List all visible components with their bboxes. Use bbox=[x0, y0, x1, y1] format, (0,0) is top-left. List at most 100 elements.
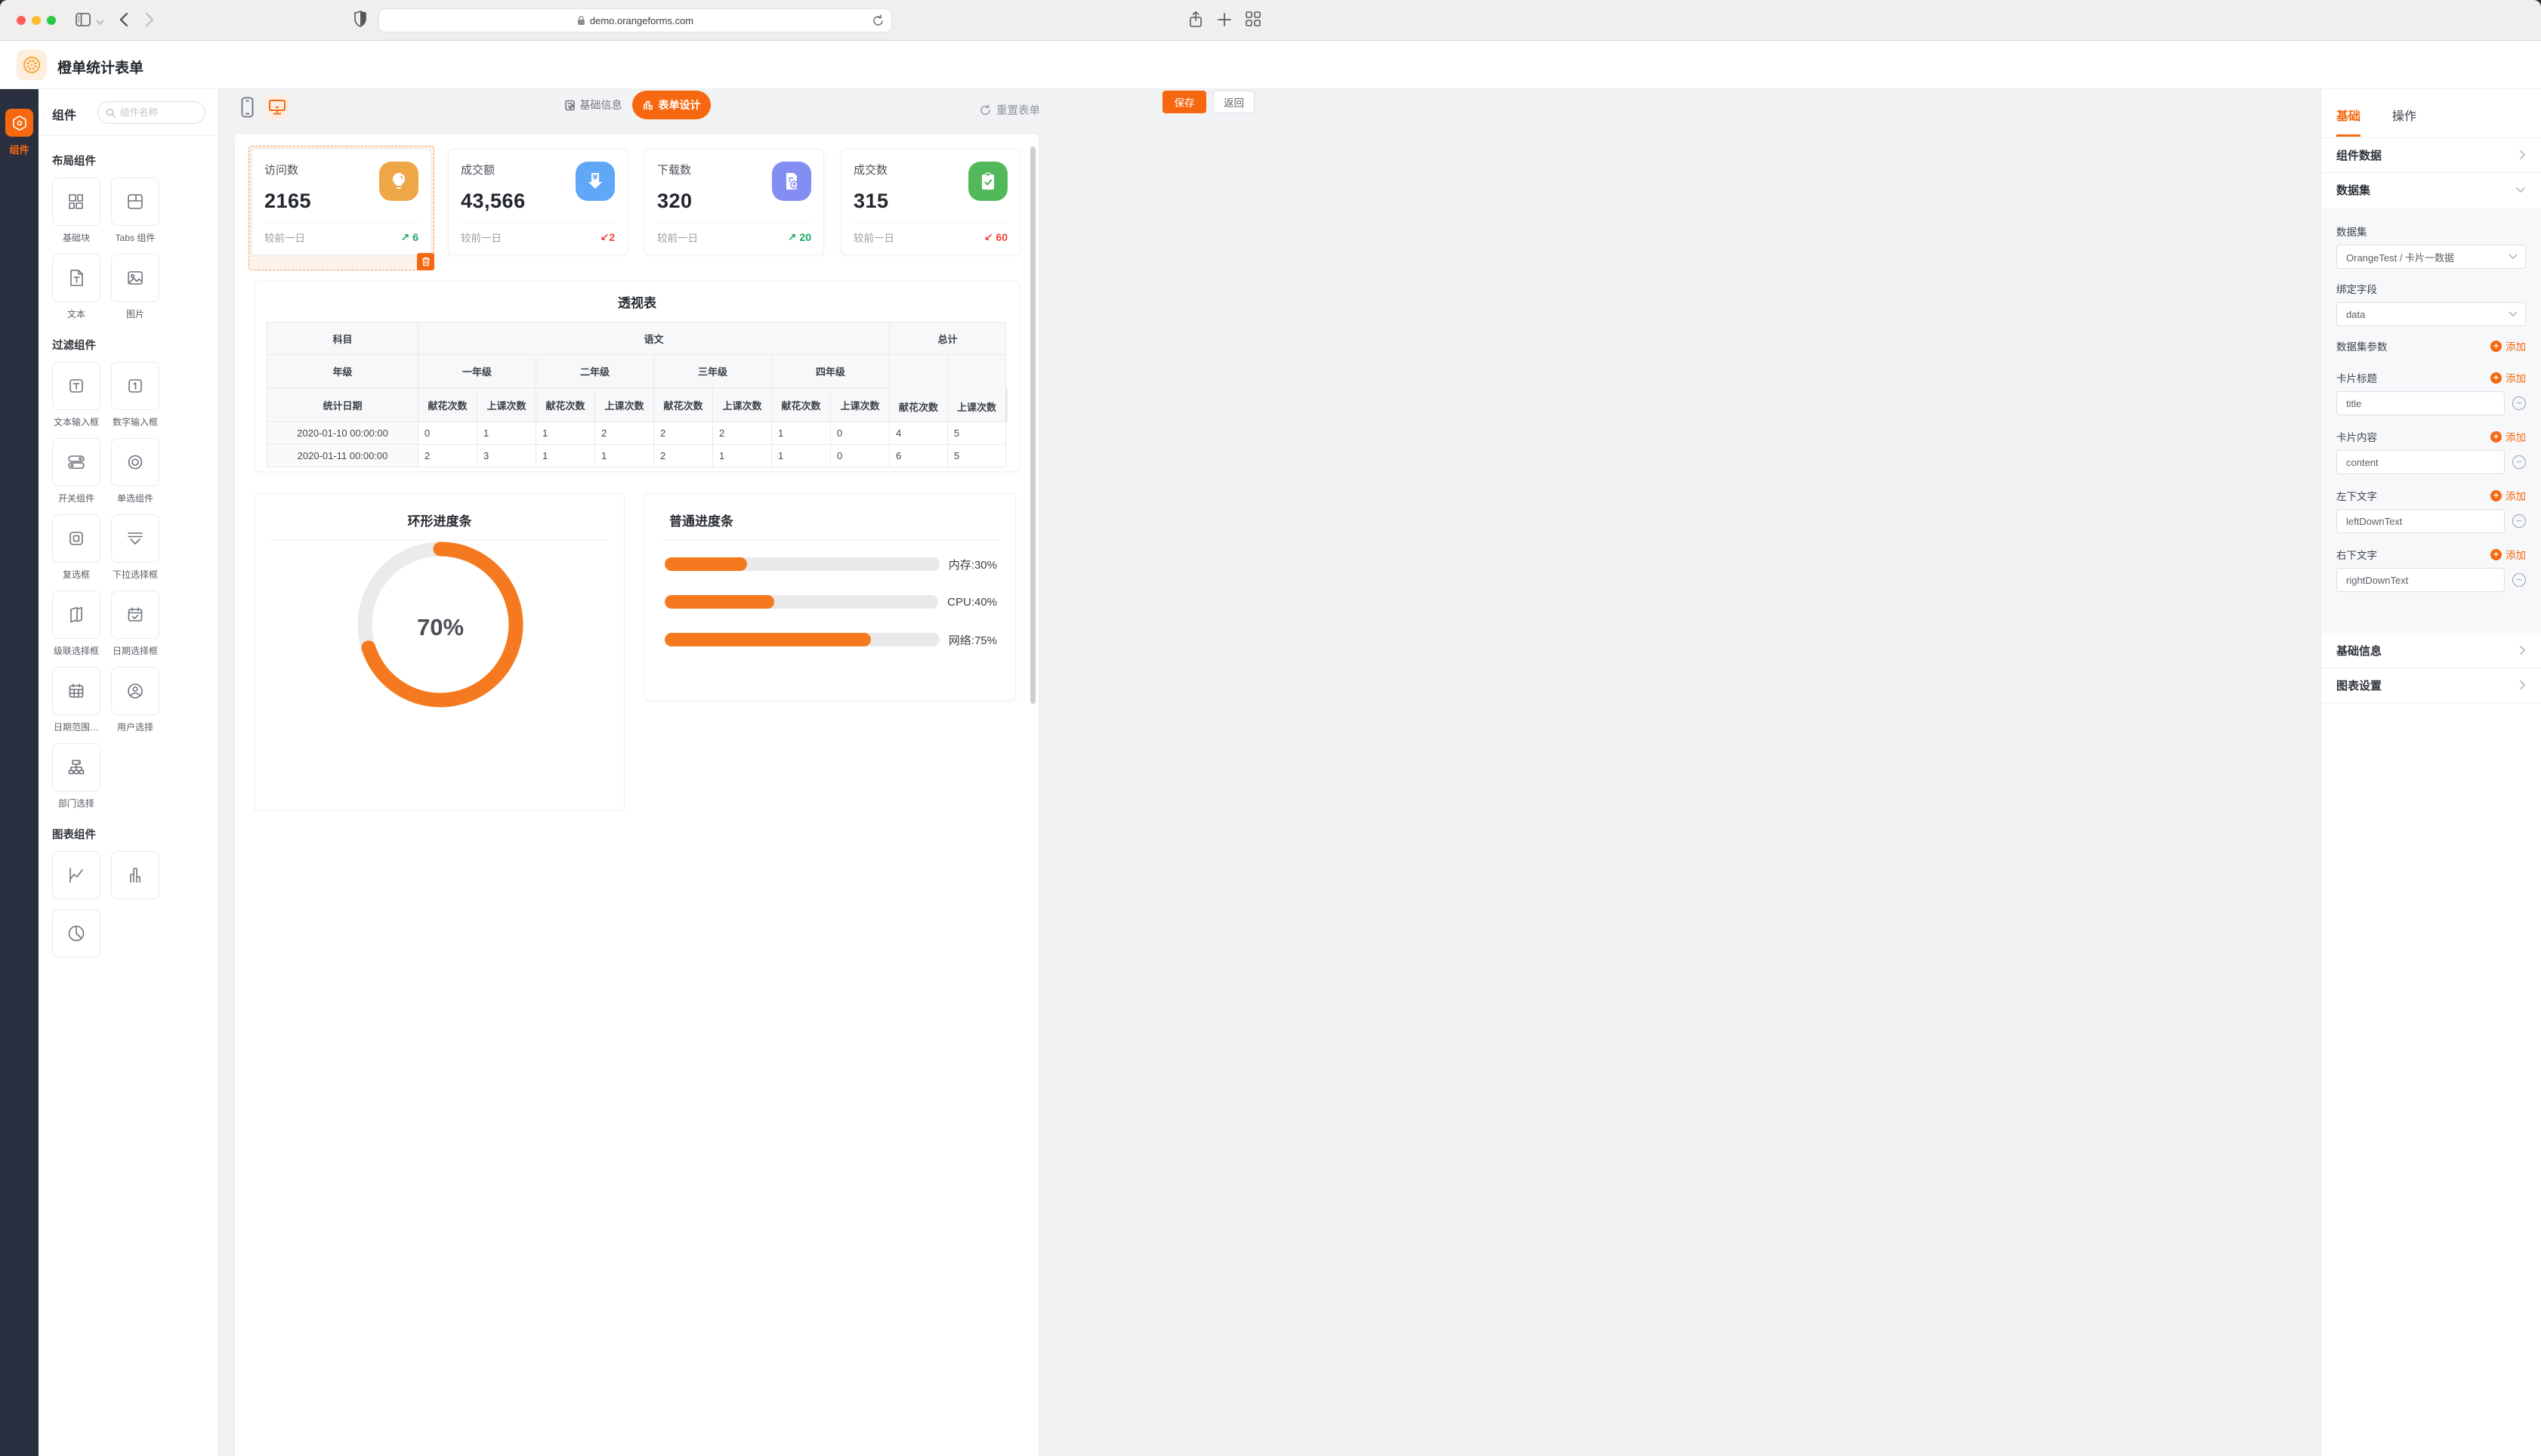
card-title-input[interactable] bbox=[2336, 391, 2505, 415]
stat-card[interactable]: 下载数 320 较前一日 ↗ 20 bbox=[644, 149, 824, 255]
column-chart-icon bbox=[125, 865, 145, 885]
stat-card-deals-wrapper[interactable]: 成交数 315 较前一日 ↙ 60 bbox=[841, 149, 1020, 255]
share-icon[interactable] bbox=[1188, 11, 1203, 32]
component-search[interactable] bbox=[97, 101, 205, 124]
ring-percent-label: 70% bbox=[357, 614, 523, 641]
stat-card[interactable]: 成交数 315 较前一日 ↙ 60 bbox=[841, 149, 1020, 255]
component-item-user-select[interactable]: 用户选择 bbox=[111, 667, 159, 733]
dropdown-icon bbox=[125, 529, 145, 548]
clipboard-check-icon bbox=[968, 162, 1008, 201]
canvas-scrollbar[interactable] bbox=[1030, 147, 1036, 704]
progress-bar-cpu: CPU:40% bbox=[665, 595, 997, 609]
minimize-window-button[interactable] bbox=[32, 16, 41, 25]
component-item-select[interactable]: 下拉选择框 bbox=[111, 514, 159, 581]
delete-component-button[interactable] bbox=[417, 253, 434, 270]
component-item-tabs[interactable]: Tabs 组件 bbox=[111, 177, 159, 244]
remove-left-down-button[interactable]: − bbox=[2512, 514, 2526, 528]
component-item-pie-chart[interactable] bbox=[52, 909, 100, 958]
pivot-h-total: 总计 bbox=[890, 322, 1006, 355]
privacy-shield-icon[interactable] bbox=[354, 10, 367, 32]
chevron-down-icon bbox=[2509, 254, 2518, 260]
dataset-section-row[interactable]: 数据集 bbox=[2321, 172, 2541, 207]
form-edit-icon bbox=[564, 100, 576, 111]
component-item-dept-select[interactable]: 部门选择 bbox=[52, 743, 100, 810]
add-card-title-button[interactable]: +添加 bbox=[2490, 370, 2526, 385]
forward-icon[interactable] bbox=[145, 12, 154, 31]
progress-bars-widget[interactable]: 普通进度条 内存:30% CPU:40% 网络:75% bbox=[644, 493, 1016, 701]
component-item-cascade[interactable]: 级联选择框 bbox=[52, 591, 100, 657]
component-data-row[interactable]: 组件数据 bbox=[2321, 137, 2541, 172]
device-mobile-button[interactable] bbox=[235, 95, 259, 119]
sidebar-chevron-icon[interactable] bbox=[96, 16, 104, 29]
url-text: demo.orangeforms.com bbox=[590, 15, 693, 26]
component-item-image[interactable]: 图片 bbox=[111, 254, 159, 320]
reload-icon[interactable] bbox=[872, 14, 884, 29]
component-item-switch[interactable]: 开关组件 bbox=[52, 438, 100, 504]
pivot-h-grade: 年级 bbox=[267, 355, 418, 388]
add-left-down-button[interactable]: +添加 bbox=[2490, 488, 2526, 503]
tab-form-design[interactable]: 表单设计 bbox=[632, 91, 711, 119]
component-item-date-range[interactable]: 日期范围… bbox=[52, 667, 100, 733]
component-item-checkbox[interactable]: 复选框 bbox=[52, 514, 100, 581]
page-title: 橙单统计表单 bbox=[57, 57, 144, 77]
close-window-button[interactable] bbox=[17, 16, 26, 25]
stat-card-downloads-wrapper[interactable]: 下载数 320 较前一日 ↗ 20 bbox=[644, 149, 824, 255]
nav-components-label[interactable]: 组件 bbox=[0, 142, 39, 156]
address-bar[interactable]: demo.orangeforms.com bbox=[378, 8, 892, 32]
stat-card-visits-wrapper[interactable]: 访问数 2165 较前一日 ↗ 6 bbox=[252, 149, 431, 255]
component-item-text-input[interactable]: 文本输入框 bbox=[52, 362, 100, 428]
right-down-input[interactable] bbox=[2336, 568, 2505, 592]
sidebar-icon[interactable] bbox=[74, 11, 92, 32]
save-button[interactable]: 保存 bbox=[1162, 91, 1206, 113]
table-row: 2020-01-11 00:00:00 23 11 21 10 65 bbox=[267, 445, 1008, 467]
back-icon[interactable] bbox=[119, 12, 128, 31]
card-content-input[interactable] bbox=[2336, 450, 2505, 474]
back-button[interactable]: 返回 bbox=[1213, 91, 1255, 113]
component-item-text[interactable]: 文本 bbox=[52, 254, 100, 320]
user-icon bbox=[126, 682, 144, 700]
tab-basic[interactable]: 基础 bbox=[2336, 106, 2360, 137]
remove-card-content-button[interactable]: − bbox=[2512, 455, 2526, 469]
stat-card[interactable]: 访问数 2165 较前一日 ↗ 6 bbox=[252, 149, 431, 255]
bind-field-select[interactable]: data bbox=[2336, 302, 2526, 326]
calendar-grid-icon bbox=[67, 682, 85, 700]
left-down-input[interactable] bbox=[2336, 509, 2505, 533]
stat-card-amount-wrapper[interactable]: 成交额 43,566 ¥ 较前一日 ↙↙2 bbox=[448, 149, 628, 255]
remove-card-title-button[interactable]: − bbox=[2512, 396, 2526, 410]
stat-card[interactable]: 成交额 43,566 ¥ 较前一日 ↙↙2 bbox=[448, 149, 628, 255]
new-tab-icon[interactable] bbox=[1217, 12, 1232, 31]
chart-settings-row[interactable]: 图表设置 bbox=[2321, 668, 2541, 702]
zoom-window-button[interactable] bbox=[47, 16, 56, 25]
tab-overview-icon[interactable] bbox=[1245, 11, 1261, 31]
component-item-line-chart[interactable] bbox=[52, 851, 100, 899]
component-item-basic-block[interactable]: 基础块 bbox=[52, 177, 100, 244]
remove-right-down-button[interactable]: − bbox=[2512, 573, 2526, 587]
line-chart-icon bbox=[66, 865, 86, 885]
nav-components-button[interactable] bbox=[5, 109, 33, 137]
pivot-h-subject: 科目 bbox=[267, 322, 418, 355]
trend-down-value: ↙↙2 bbox=[600, 231, 615, 244]
reset-form-button[interactable]: 重置表单 bbox=[980, 102, 1040, 118]
dataset-select[interactable]: OrangeTest / 卡片一数据 bbox=[2336, 245, 2526, 269]
add-card-content-button[interactable]: +添加 bbox=[2490, 429, 2526, 444]
tab-actions[interactable]: 操作 bbox=[2392, 106, 2416, 137]
component-item-radio[interactable]: 单选组件 bbox=[111, 438, 159, 504]
basic-info-row[interactable]: 基础信息 bbox=[2321, 633, 2541, 668]
add-dataset-param-button[interactable]: +添加 bbox=[2490, 338, 2526, 353]
tab-basic-info[interactable]: 基础信息 bbox=[554, 91, 632, 119]
components-panel-title: 组件 bbox=[52, 105, 76, 123]
toggle-switch-icon bbox=[66, 453, 86, 471]
chevron-down-icon bbox=[2515, 187, 2526, 193]
ring-progress-widget[interactable]: 环形进度条 70% bbox=[255, 493, 625, 810]
pie-chart-icon bbox=[66, 924, 86, 943]
component-item-bar-chart[interactable] bbox=[111, 851, 159, 899]
search-input[interactable] bbox=[120, 107, 192, 118]
component-item-date-picker[interactable]: 日期选择框 bbox=[111, 591, 159, 657]
dataset-settings-section: 数据集 OrangeTest / 卡片一数据 绑定字段 data 数据集参数 +… bbox=[2321, 208, 2541, 633]
form-canvas[interactable]: 访问数 2165 较前一日 ↗ 6 成交额 43,566 bbox=[235, 134, 1039, 1456]
pivot-table-widget[interactable]: 透视表 科目 语文 总计 年级 一年级 二年级 三年级 四年级 献花次数 bbox=[255, 281, 1020, 472]
add-right-down-button[interactable]: +添加 bbox=[2490, 547, 2526, 562]
device-desktop-button[interactable] bbox=[265, 95, 289, 119]
tabs-layout-icon bbox=[125, 192, 145, 211]
component-item-number-input[interactable]: 数字输入框 bbox=[111, 362, 159, 428]
